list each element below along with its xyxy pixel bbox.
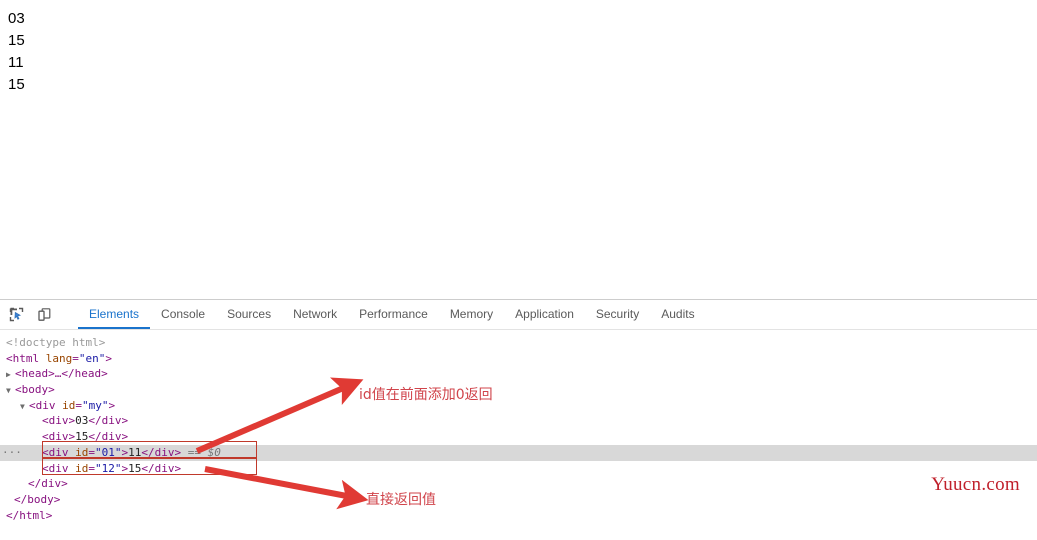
tab-performance[interactable]: Performance (348, 300, 439, 329)
dom-row-child-3-selected[interactable]: ··· <div id="01">11</div> == $0 (0, 444, 1037, 461)
dom-row-body-open[interactable]: ▼ <body> (0, 382, 1037, 398)
dom-row-html-open[interactable]: <html lang="en"> (0, 351, 1037, 367)
attr-value: "01" (95, 445, 122, 459)
device-toolbar-icon[interactable] (35, 305, 54, 324)
annotation-label-direct-value: 直接返回值 (366, 492, 436, 508)
attr-value: "en" (78, 351, 106, 365)
devtools-toolbar: Elements Console Sources Network Perform… (0, 300, 1037, 330)
close-tag: </div> (141, 445, 182, 459)
node-text: 15 (128, 461, 142, 475)
tab-audits[interactable]: Audits (650, 300, 705, 329)
tab-sources[interactable]: Sources (216, 300, 282, 329)
page-text-line: 03 (8, 10, 25, 27)
page-text-line: 15 (8, 32, 25, 49)
angle-bracket: < (42, 445, 49, 459)
close-tag: </html> (6, 508, 53, 522)
page-text-line: 15 (8, 76, 25, 93)
node-text: 15 (75, 430, 89, 444)
open-tag: <div> (42, 414, 76, 428)
dom-tree: <!doctype html> <html lang="en"> ▶ <head>… (0, 330, 1037, 535)
tab-security[interactable]: Security (585, 300, 650, 329)
dom-row-child-2[interactable]: <div>15</div> (0, 429, 1037, 445)
attr-equals: = (88, 461, 95, 475)
dom-row-doctype[interactable]: <!doctype html> (0, 335, 1037, 351)
dom-row-html-close[interactable]: </html> (0, 508, 1037, 524)
watermark: Yuucn.com (931, 474, 1020, 495)
dom-row-body-close[interactable]: </body> (0, 492, 1037, 508)
node-text: 03 (75, 414, 89, 428)
attr-equals: = (75, 398, 82, 412)
close-tag: </body> (14, 492, 61, 506)
close-tag: </div> (88, 414, 129, 428)
attr-equals: = (88, 445, 95, 459)
tab-elements[interactable]: Elements (78, 300, 151, 329)
dom-row-head[interactable]: ▶ <head>…</head> (0, 366, 1037, 382)
node-text: 11 (128, 445, 142, 459)
collapse-triangle-icon[interactable]: ▼ (20, 399, 29, 415)
close-tag: </div> (141, 461, 182, 475)
angle-bracket: > (105, 351, 112, 365)
angle-bracket: < (6, 351, 13, 365)
open-tag: <div> (42, 430, 76, 444)
dom-row-div-close[interactable]: </div> (0, 476, 1037, 492)
angle-bracket: < (29, 398, 36, 412)
overflow-ellipsis: ··· (2, 445, 22, 459)
attr-value: "my" (82, 398, 109, 412)
attr-name: lang (39, 351, 73, 365)
devtools-tab-bar: Elements Console Sources Network Perform… (78, 300, 706, 329)
tab-console[interactable]: Console (150, 300, 216, 329)
dom-row-child-4[interactable]: <div id="12">15</div> (0, 461, 1037, 477)
tag-name: div (48, 445, 69, 459)
attr-name: id (68, 461, 89, 475)
expand-triangle-icon[interactable]: ▶ (6, 367, 15, 383)
tag-name: div (48, 461, 69, 475)
browser-page-viewport: 03 15 11 15 (0, 0, 1037, 299)
tab-application[interactable]: Application (504, 300, 585, 329)
attr-value: "12" (95, 461, 122, 475)
attr-name: id (55, 398, 76, 412)
tab-memory[interactable]: Memory (439, 300, 504, 329)
angle-bracket: > (108, 398, 116, 412)
head-node: <head>…</head> (15, 367, 108, 381)
body-open-tag: <body> (15, 383, 55, 397)
inspect-element-icon[interactable] (7, 305, 26, 324)
page-content: 03 15 11 15 (0, 0, 1037, 96)
dom-row-div-my[interactable]: ▼ <div id="my"> (0, 398, 1037, 414)
devtools-toolbar-icons (0, 300, 78, 329)
selected-node-reference: == $0 (181, 445, 221, 459)
tab-network[interactable]: Network (282, 300, 348, 329)
dom-row-child-1[interactable]: <div>03</div> (0, 413, 1037, 429)
attr-equals: = (72, 351, 79, 365)
collapse-triangle-icon[interactable]: ▼ (6, 383, 15, 399)
close-tag: </div> (88, 430, 129, 444)
close-tag: </div> (28, 477, 68, 491)
page-text-line: 11 (8, 54, 24, 71)
doctype-text: <!doctype html> (6, 336, 106, 349)
attr-name: id (68, 445, 89, 459)
devtools-panel: Elements Console Sources Network Perform… (0, 299, 1037, 540)
tag-name: div (35, 398, 56, 412)
annotation-label-id-prefix: id值在前面添加0返回 (359, 387, 493, 403)
angle-bracket: < (42, 461, 49, 475)
tag-name: html (12, 351, 40, 365)
